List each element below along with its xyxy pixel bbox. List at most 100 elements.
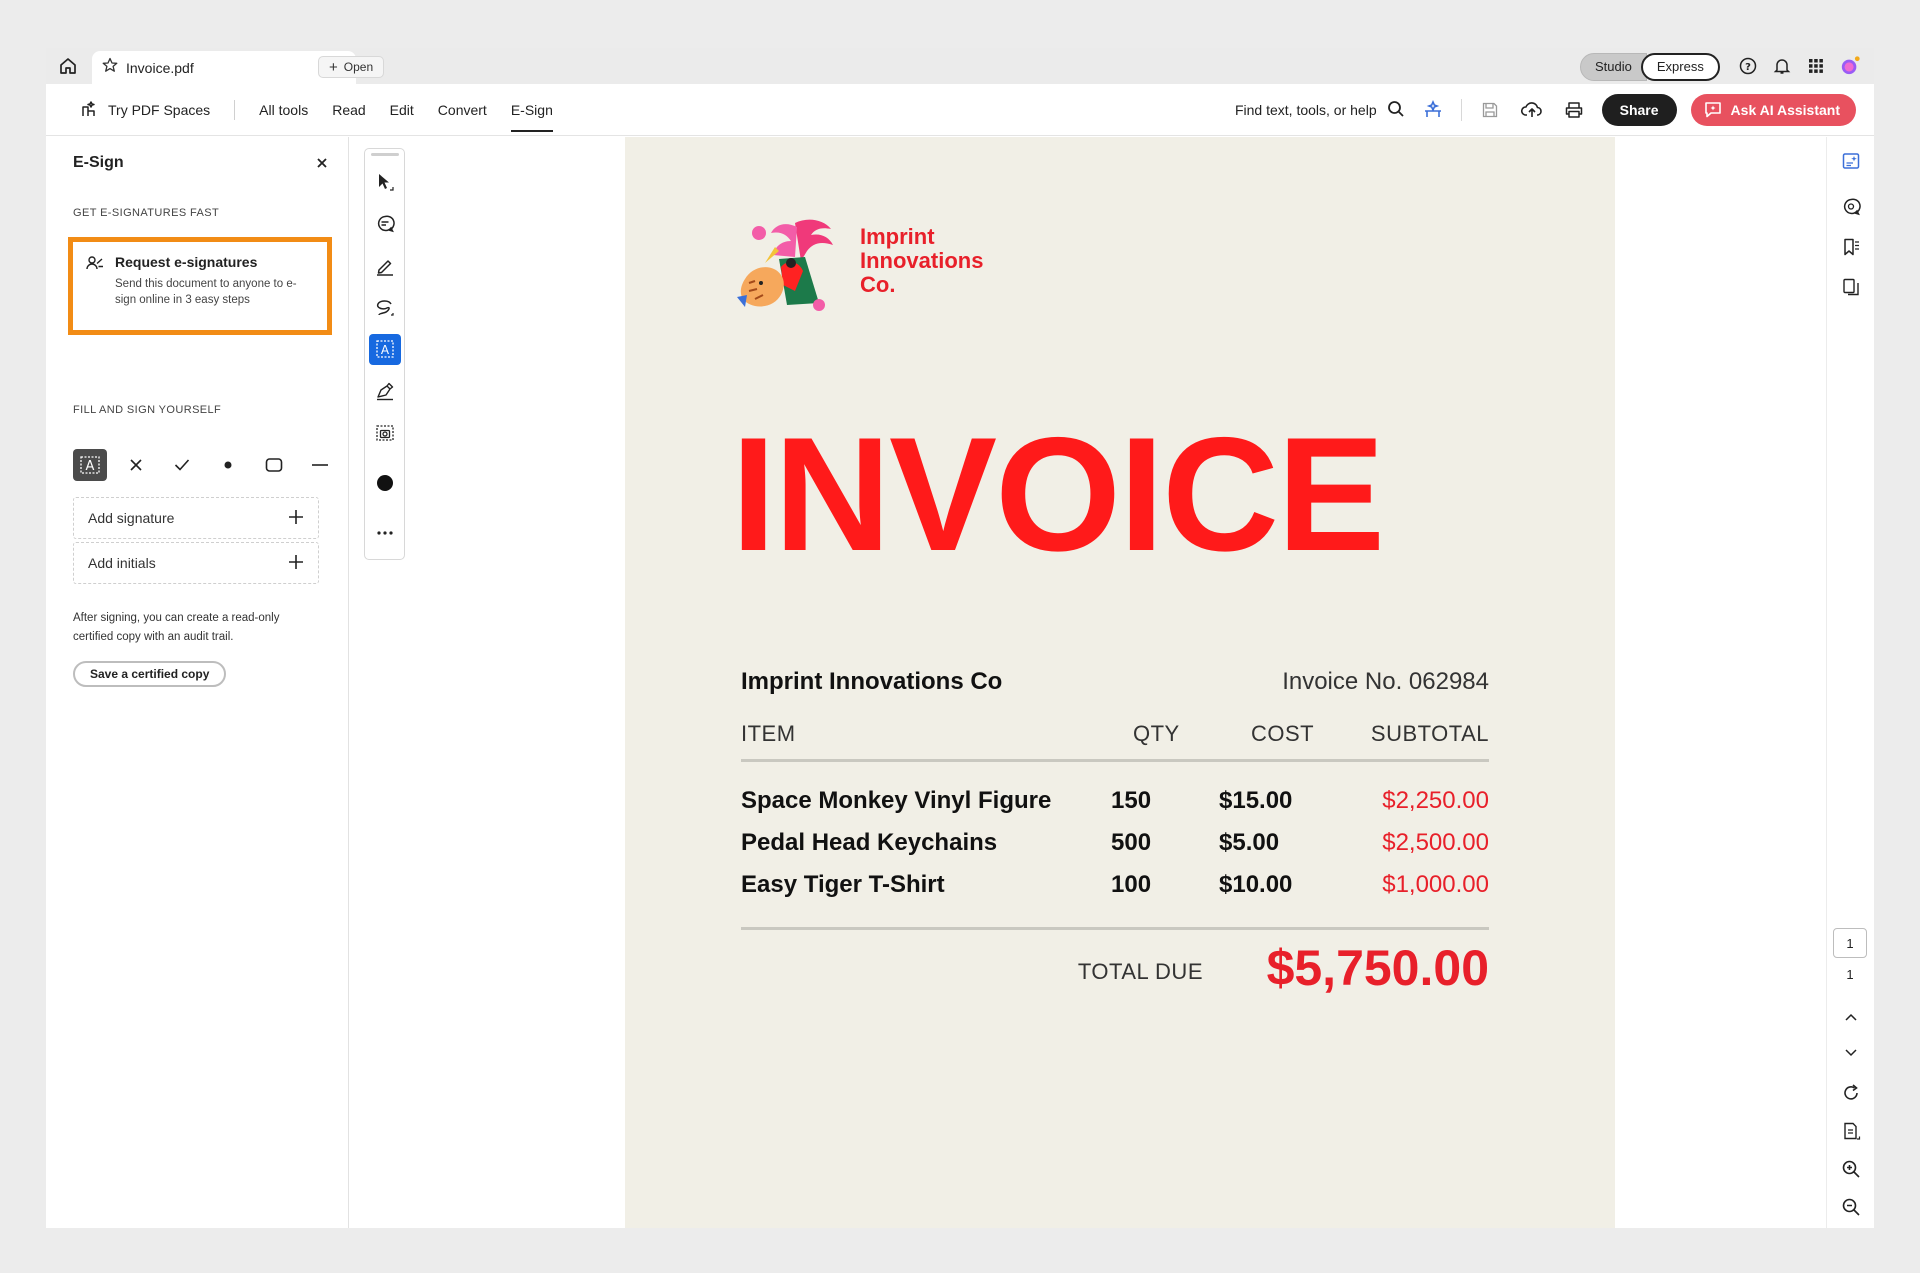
invoice-heading: INVOICE — [731, 404, 1385, 585]
bookmarks-icon[interactable] — [1839, 235, 1863, 259]
nav-all-tools[interactable]: All tools — [247, 84, 320, 136]
star-icon[interactable] — [102, 57, 118, 78]
more-options-icon[interactable] — [369, 517, 401, 549]
rectangle-icon[interactable] — [257, 449, 291, 481]
signature-pen-icon[interactable] — [369, 375, 401, 407]
share-button[interactable]: Share — [1601, 94, 1677, 126]
find-label: Find text, tools, or help — [1234, 102, 1377, 118]
column-header-cost: COST — [1251, 721, 1315, 746]
text-field-icon[interactable]: A — [73, 449, 107, 481]
section-heading-fill: FILL AND SIGN YOURSELF — [73, 404, 222, 416]
document-tab[interactable]: Invoice.pdf — [92, 51, 356, 84]
home-icon[interactable] — [56, 54, 80, 78]
studio-button[interactable]: Studio — [1580, 53, 1647, 81]
company-name: Imprint Innovations Co — [741, 668, 1003, 695]
bell-icon[interactable] — [1772, 56, 1792, 76]
chevron-up-icon[interactable] — [1839, 1005, 1863, 1029]
request-esignatures-desc: Send this document to anyone to e-sign o… — [115, 278, 297, 306]
cloud-upload-icon[interactable] — [1518, 96, 1546, 124]
page-thumbnails-icon[interactable] — [1839, 275, 1863, 299]
row-qty: 100 — [1111, 871, 1152, 898]
panel-title: E-Sign — [73, 154, 124, 171]
rotate-icon[interactable] — [1839, 1081, 1863, 1105]
toolbar-separator — [1460, 99, 1462, 121]
table-row: Space Monkey Vinyl Figure 150 $15.00 $2,… — [741, 787, 1489, 827]
spaces-icon — [80, 99, 100, 122]
svg-text:A: A — [86, 459, 95, 474]
tab-bar: Invoice.pdf + Open Studio Express ? — [46, 48, 1874, 84]
open-label: Open — [343, 60, 374, 74]
save-icon[interactable] — [1476, 96, 1504, 124]
zoom-out-icon[interactable] — [1839, 1195, 1863, 1219]
help-icon[interactable]: ? — [1738, 56, 1758, 76]
cross-mark-icon[interactable] — [119, 449, 153, 481]
request-esignatures-card[interactable]: Request e-signatures Send this document … — [68, 237, 332, 335]
chevron-down-icon[interactable] — [1839, 1041, 1863, 1065]
page-display-icon[interactable] — [1839, 1119, 1863, 1143]
current-page-input[interactable]: 1 — [1833, 928, 1867, 958]
open-button[interactable]: + Open — [318, 56, 385, 78]
fill-sign-tools: A — [73, 449, 337, 481]
nav-read[interactable]: Read — [320, 84, 377, 136]
column-header-subtotal: SUBTOTAL — [1370, 721, 1489, 746]
express-button[interactable]: Express — [1640, 53, 1720, 81]
table-row: Pedal Head Keychains 500 $5.00 $2,500.00 — [741, 829, 1489, 869]
add-text-icon[interactable]: A — [368, 333, 401, 366]
dot-icon[interactable] — [211, 449, 245, 481]
search-icon — [1387, 100, 1405, 121]
find-search[interactable]: Find text, tools, or help — [1235, 100, 1405, 121]
ask-ai-assistant-button[interactable]: Ask AI Assistant — [1690, 94, 1856, 126]
zoom-in-icon[interactable] — [1839, 1157, 1863, 1181]
save-certified-copy-button[interactable]: Save a certified copy — [73, 661, 227, 687]
toolbar-separator — [234, 100, 236, 120]
plus-icon: + — [329, 58, 338, 76]
ai-tools-icon[interactable] — [1419, 96, 1447, 124]
line-icon[interactable] — [303, 449, 337, 481]
select-cursor-icon[interactable] — [369, 166, 401, 198]
row-item: Pedal Head Keychains — [741, 829, 998, 856]
checkmark-icon[interactable] — [165, 449, 199, 481]
close-icon[interactable] — [314, 155, 330, 171]
row-cost: $5.00 — [1219, 829, 1280, 856]
add-signature-button[interactable]: Add signature — [73, 497, 319, 539]
tab-bar-icons: ? — [1738, 56, 1860, 76]
company-logo — [735, 217, 845, 317]
certified-copy-info: After signing, you can create a read-onl… — [73, 612, 280, 643]
draw-freehand-icon[interactable] — [369, 292, 401, 324]
invoice-number: Invoice No. 062984 — [1282, 668, 1489, 695]
color-picker-icon[interactable] — [369, 467, 401, 499]
column-header-qty: QTY — [1133, 721, 1180, 746]
table-divider — [741, 927, 1489, 930]
apps-grid-icon[interactable] — [1806, 56, 1826, 76]
plan-toggle: Studio Express — [1580, 53, 1720, 81]
comments-icon[interactable] — [1839, 195, 1863, 219]
add-initials-label: Add initials — [88, 555, 156, 571]
row-subtotal: $1,000.00 — [1382, 871, 1489, 898]
logo-line: Co. — [860, 272, 896, 297]
ai-assistant-icon — [1703, 100, 1723, 121]
row-subtotal: $2,250.00 — [1382, 787, 1489, 814]
generate-summary-icon[interactable] — [1839, 149, 1863, 173]
try-pdf-spaces-button[interactable]: Try PDF Spaces — [68, 84, 222, 136]
avatar[interactable] — [1840, 56, 1860, 76]
row-qty: 150 — [1111, 787, 1152, 814]
nav-convert[interactable]: Convert — [426, 84, 499, 136]
total-due-value: $5,750.00 — [1266, 940, 1489, 996]
table-divider — [741, 759, 1489, 762]
row-item: Easy Tiger T-Shirt — [741, 871, 945, 898]
column-header-item: ITEM — [741, 721, 796, 746]
total-due-label: TOTAL DUE — [1077, 959, 1203, 984]
add-initials-button[interactable]: Add initials — [73, 542, 319, 584]
pdf-page: Imprint Innovations Co. INVOICE Imprint … — [625, 137, 1615, 1228]
print-icon[interactable] — [1560, 96, 1588, 124]
row-subtotal: $2,500.00 — [1382, 829, 1489, 856]
highlight-pen-icon[interactable] — [369, 250, 401, 282]
nav-esign[interactable]: E-Sign — [499, 84, 565, 136]
screenshot-capture-icon[interactable] — [369, 417, 401, 449]
plus-icon — [288, 509, 304, 528]
nav-edit[interactable]: Edit — [378, 84, 426, 136]
add-comment-icon[interactable] — [369, 208, 401, 240]
section-heading-fast: GET E-SIGNATURES FAST — [73, 207, 220, 219]
tab-title: Invoice.pdf — [126, 59, 194, 76]
drag-handle[interactable] — [370, 153, 399, 156]
